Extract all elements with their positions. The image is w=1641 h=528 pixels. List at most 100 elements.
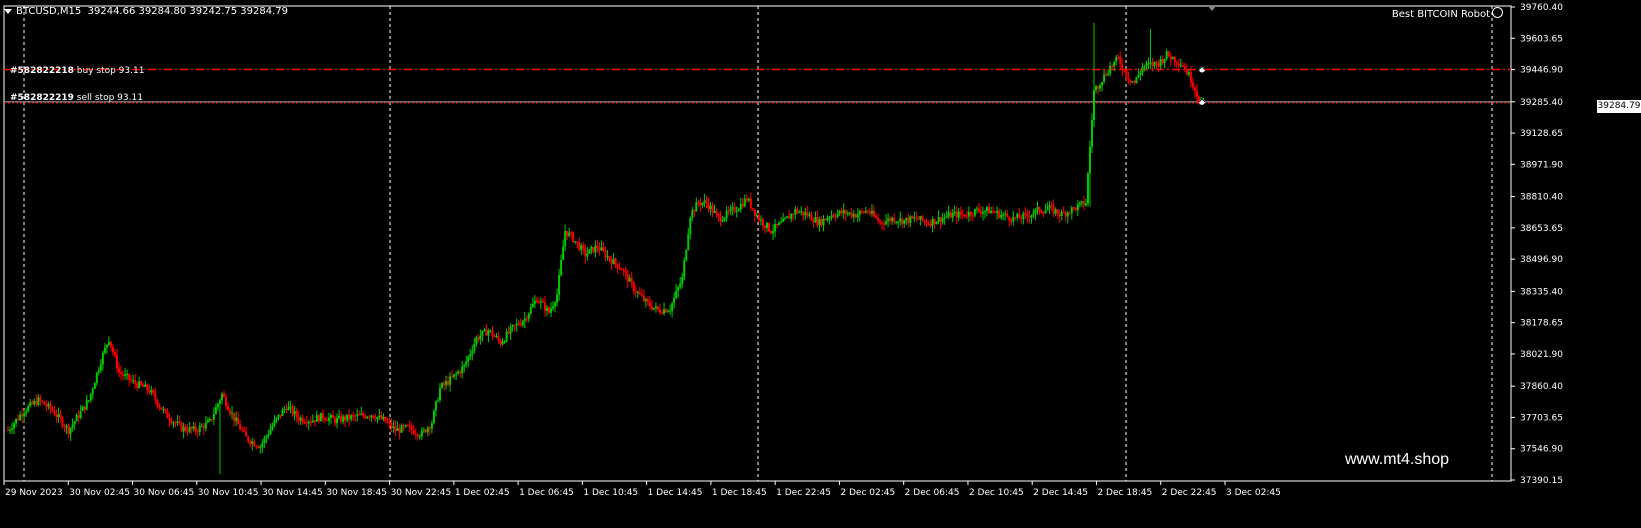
candle-body bbox=[305, 422, 308, 424]
expert-advisor-label[interactable]: Best BITCOIN Robot bbox=[1392, 7, 1503, 20]
price-chart[interactable]: 39760.40 39603.65 39446.90 39285.40 39128.65… bbox=[0, 0, 1641, 528]
symbol-header[interactable]: BTCUSD,M15 39244.66 39284.80 39242.75 39… bbox=[4, 6, 288, 17]
candle-body bbox=[816, 217, 819, 226]
candle-body bbox=[834, 216, 837, 218]
candle-body bbox=[43, 401, 46, 405]
candle-body bbox=[243, 430, 246, 432]
candle-body bbox=[247, 436, 250, 442]
candle-body bbox=[374, 417, 377, 420]
candle-body bbox=[83, 406, 86, 410]
candle-body bbox=[776, 224, 779, 226]
candle-body bbox=[386, 421, 389, 423]
candle-body bbox=[297, 416, 300, 421]
price-tick-label: 37703.65 bbox=[1520, 413, 1563, 423]
candle-body bbox=[535, 300, 538, 303]
candle-body bbox=[539, 301, 542, 303]
candle-body bbox=[695, 202, 698, 212]
candle-body bbox=[87, 400, 90, 402]
candle-body bbox=[1074, 207, 1077, 211]
candle-body bbox=[925, 221, 928, 224]
candle-body bbox=[570, 232, 573, 234]
current-price-tag: 39284.79 bbox=[1597, 100, 1641, 113]
candle-body bbox=[935, 221, 938, 225]
candle-body bbox=[122, 374, 125, 376]
candle-body bbox=[1068, 212, 1071, 214]
order-label-buy-stop[interactable]: #582822218 buy stop 93.11 bbox=[10, 66, 144, 76]
candle-body bbox=[1193, 87, 1196, 91]
candle-body bbox=[897, 221, 900, 223]
candle-body bbox=[533, 300, 536, 304]
candle-body bbox=[772, 231, 775, 234]
candle-body bbox=[927, 223, 930, 225]
candle-body bbox=[656, 306, 659, 310]
candle-body bbox=[721, 220, 724, 222]
order-label-sell-stop[interactable]: #582822219 sell stop 93.11 bbox=[10, 93, 143, 103]
candle-body bbox=[545, 307, 548, 311]
candle-body bbox=[438, 387, 441, 401]
candle-body bbox=[1129, 79, 1132, 82]
candle-body bbox=[907, 217, 910, 223]
candle-body bbox=[630, 277, 633, 283]
candle-body bbox=[368, 416, 371, 418]
candle-body bbox=[713, 211, 716, 213]
candle-body bbox=[828, 217, 831, 219]
candle-body bbox=[35, 400, 38, 405]
candle-body bbox=[879, 221, 882, 223]
candle-body bbox=[113, 352, 116, 356]
chart-window[interactable]: 39760.40 39603.65 39446.90 39285.40 39128.65… bbox=[0, 0, 1641, 528]
candle-body bbox=[493, 336, 496, 338]
candle-body bbox=[705, 200, 708, 203]
candle-body bbox=[784, 217, 787, 219]
candle-body bbox=[610, 259, 613, 265]
order-ticket: #582822219 bbox=[10, 93, 74, 103]
candle-body bbox=[196, 431, 199, 433]
candle-body bbox=[911, 216, 914, 219]
candle-body bbox=[136, 383, 139, 388]
candle-body bbox=[1141, 66, 1144, 73]
dropdown-triangle-icon[interactable] bbox=[4, 8, 12, 14]
candle-body bbox=[699, 202, 702, 206]
candle-body bbox=[279, 414, 282, 416]
candle-body bbox=[180, 422, 183, 432]
candle-body bbox=[311, 420, 314, 423]
candle-body bbox=[13, 423, 16, 429]
candle-body bbox=[453, 374, 456, 377]
candle-body bbox=[862, 211, 865, 213]
candle-body bbox=[162, 409, 165, 411]
candle-body bbox=[475, 337, 478, 344]
candle-body bbox=[1179, 65, 1182, 67]
candle-body bbox=[184, 426, 187, 431]
candle-body bbox=[523, 318, 526, 322]
candle-body bbox=[838, 210, 841, 214]
candle-body bbox=[1032, 213, 1035, 216]
candle-body bbox=[424, 429, 427, 433]
candle-body bbox=[620, 268, 623, 271]
candle-body bbox=[1181, 65, 1184, 67]
candle-body bbox=[443, 383, 446, 385]
candle-body bbox=[663, 309, 666, 314]
candle-body bbox=[253, 441, 256, 446]
candle-body bbox=[241, 429, 244, 431]
candle-body bbox=[31, 402, 34, 405]
candle-body bbox=[751, 208, 754, 210]
candle-body bbox=[574, 241, 577, 243]
candle-body bbox=[204, 422, 207, 429]
candle-body bbox=[1175, 61, 1178, 64]
candle-body bbox=[632, 282, 635, 292]
candle-body bbox=[265, 436, 268, 438]
candle-body bbox=[388, 422, 391, 424]
candle-body bbox=[95, 372, 98, 384]
candle-body bbox=[531, 303, 534, 308]
candle-body bbox=[489, 330, 492, 332]
time-tick-label: 2 Dec 10:45 bbox=[969, 488, 1024, 498]
candle-body bbox=[473, 343, 476, 351]
candle-body bbox=[340, 415, 343, 422]
candle-body bbox=[969, 211, 972, 216]
candle-body bbox=[919, 215, 922, 220]
candle-body bbox=[132, 380, 135, 382]
candle-body bbox=[1070, 207, 1073, 214]
candle-body bbox=[667, 311, 670, 313]
time-tick-label: 1 Dec 22:45 bbox=[776, 488, 831, 498]
candle-body bbox=[150, 389, 153, 393]
candle-body bbox=[1139, 72, 1142, 75]
